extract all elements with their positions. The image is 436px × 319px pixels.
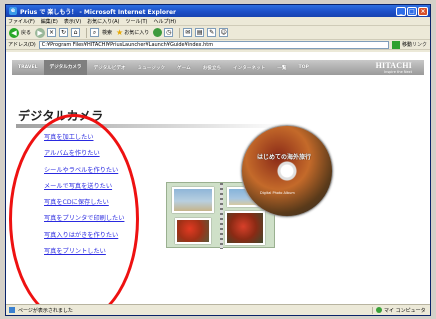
internet-explorer-icon: e (9, 7, 17, 15)
minimize-button[interactable]: _ (396, 6, 406, 16)
links-label[interactable]: リンク (412, 41, 427, 48)
nav-item-top[interactable]: TOP (292, 65, 314, 70)
menu-tools[interactable]: ツール(T) (126, 18, 148, 25)
menu-view[interactable]: 表示(V) (64, 18, 81, 25)
photo-thumbnail (175, 218, 211, 244)
address-label: アドレス(D) (8, 42, 36, 48)
page-content: TRAVEL デジタルカメラ デジタルビデオ ミュージック ゲーム お役立ち イ… (6, 52, 430, 306)
computer-zone-icon (376, 307, 382, 313)
cd-subtitle: Digital Photo Album (260, 191, 295, 195)
nav-item-music[interactable]: ミュージック (132, 65, 171, 71)
nav-item-list[interactable]: 一覧 (271, 65, 292, 71)
stop-icon[interactable]: × (47, 28, 57, 37)
photo-thumbnail (172, 187, 214, 213)
nav-item-useful[interactable]: お役立ち (197, 65, 227, 71)
history-icon[interactable]: ◷ (164, 28, 174, 37)
nav-item-travel[interactable]: TRAVEL (12, 65, 44, 70)
print-icon[interactable]: ▤ (195, 28, 205, 37)
security-zone: マイ コンピュータ (372, 306, 430, 314)
brand-name: HITACHI (375, 61, 412, 70)
nav-item-digital-video[interactable]: デジタルビデオ (87, 65, 131, 71)
media-icon[interactable] (153, 28, 163, 37)
title-bar: e Prius で 楽しもう！ - Microsoft Internet Exp… (6, 5, 430, 17)
site-nav-bar: TRAVEL デジタルカメラ デジタルビデオ ミュージック ゲーム お役立ち イ… (12, 60, 424, 75)
album-spine (220, 183, 223, 249)
refresh-icon[interactable]: ↻ (59, 28, 69, 37)
go-button-label[interactable]: 移動 (402, 41, 412, 48)
menu-file[interactable]: ファイル(F) (8, 18, 35, 25)
back-arrow-icon[interactable]: ◀ (9, 27, 19, 38)
nav-item-digital-camera[interactable]: デジタルカメラ (43, 60, 88, 75)
zone-label: マイ コンピュータ (384, 307, 426, 314)
back-button-label[interactable]: 戻る (21, 29, 31, 36)
favorites-button-label[interactable]: お気に入り (124, 29, 149, 36)
address-bar: アドレス(D) C:¥Program Files¥HITACHI¥PriusLa… (6, 40, 430, 50)
search-icon[interactable]: ⌕ (90, 28, 100, 37)
cd-title: はじめての海外旅行 (257, 154, 312, 161)
hitachi-logo: HITACHI Inspire the Next (376, 61, 424, 74)
menu-bar: ファイル(F) 編集(E) 表示(V) お気に入り(A) ツール(T) ヘルプ(… (6, 17, 430, 26)
photo-thumbnail (225, 211, 265, 245)
edit-icon[interactable]: ✎ (207, 28, 217, 37)
mail-icon[interactable]: ✉ (183, 28, 193, 37)
go-arrow-icon[interactable] (391, 40, 400, 49)
menu-edit[interactable]: 編集(E) (41, 18, 58, 25)
address-input[interactable]: C:¥Program Files¥HITACHI¥PriusLauncher¥L… (38, 40, 389, 49)
cd-disc-illustration: はじめての海外旅行 Digital Photo Album (241, 125, 333, 217)
nav-item-game[interactable]: ゲーム (171, 65, 197, 71)
forward-arrow-icon[interactable]: ▶ (35, 27, 46, 38)
window-title: Prius で 楽しもう！ - Microsoft Internet Explo… (20, 8, 176, 16)
page-done-icon (9, 307, 15, 313)
toolbar-separator (86, 27, 88, 38)
maximize-button[interactable]: □ (407, 6, 417, 16)
close-button[interactable]: × (418, 6, 428, 16)
nav-item-internet[interactable]: インターネット (227, 65, 271, 71)
menu-favorites[interactable]: お気に入り(A) (87, 18, 119, 25)
toolbar: ◀ 戻る ▶ × ↻ ⌂ ⌕ 検索 ★ お気に入り ◷ ✉ ▤ ✎ ☺ (6, 26, 430, 40)
messenger-icon[interactable]: ☺ (219, 28, 229, 37)
toolbar-separator (179, 27, 181, 38)
status-text: ページが表示されました (18, 307, 73, 314)
menu-help[interactable]: ヘルプ(H) (153, 18, 176, 25)
browser-window: e Prius で 楽しもう！ - Microsoft Internet Exp… (5, 4, 431, 316)
search-button-label[interactable]: 検索 (102, 29, 112, 36)
status-bar: ページが表示されました マイ コンピュータ (6, 304, 430, 315)
home-icon[interactable]: ⌂ (71, 28, 81, 37)
brand-tagline: Inspire the Next (384, 70, 412, 74)
favorites-star-icon[interactable]: ★ (116, 28, 123, 37)
